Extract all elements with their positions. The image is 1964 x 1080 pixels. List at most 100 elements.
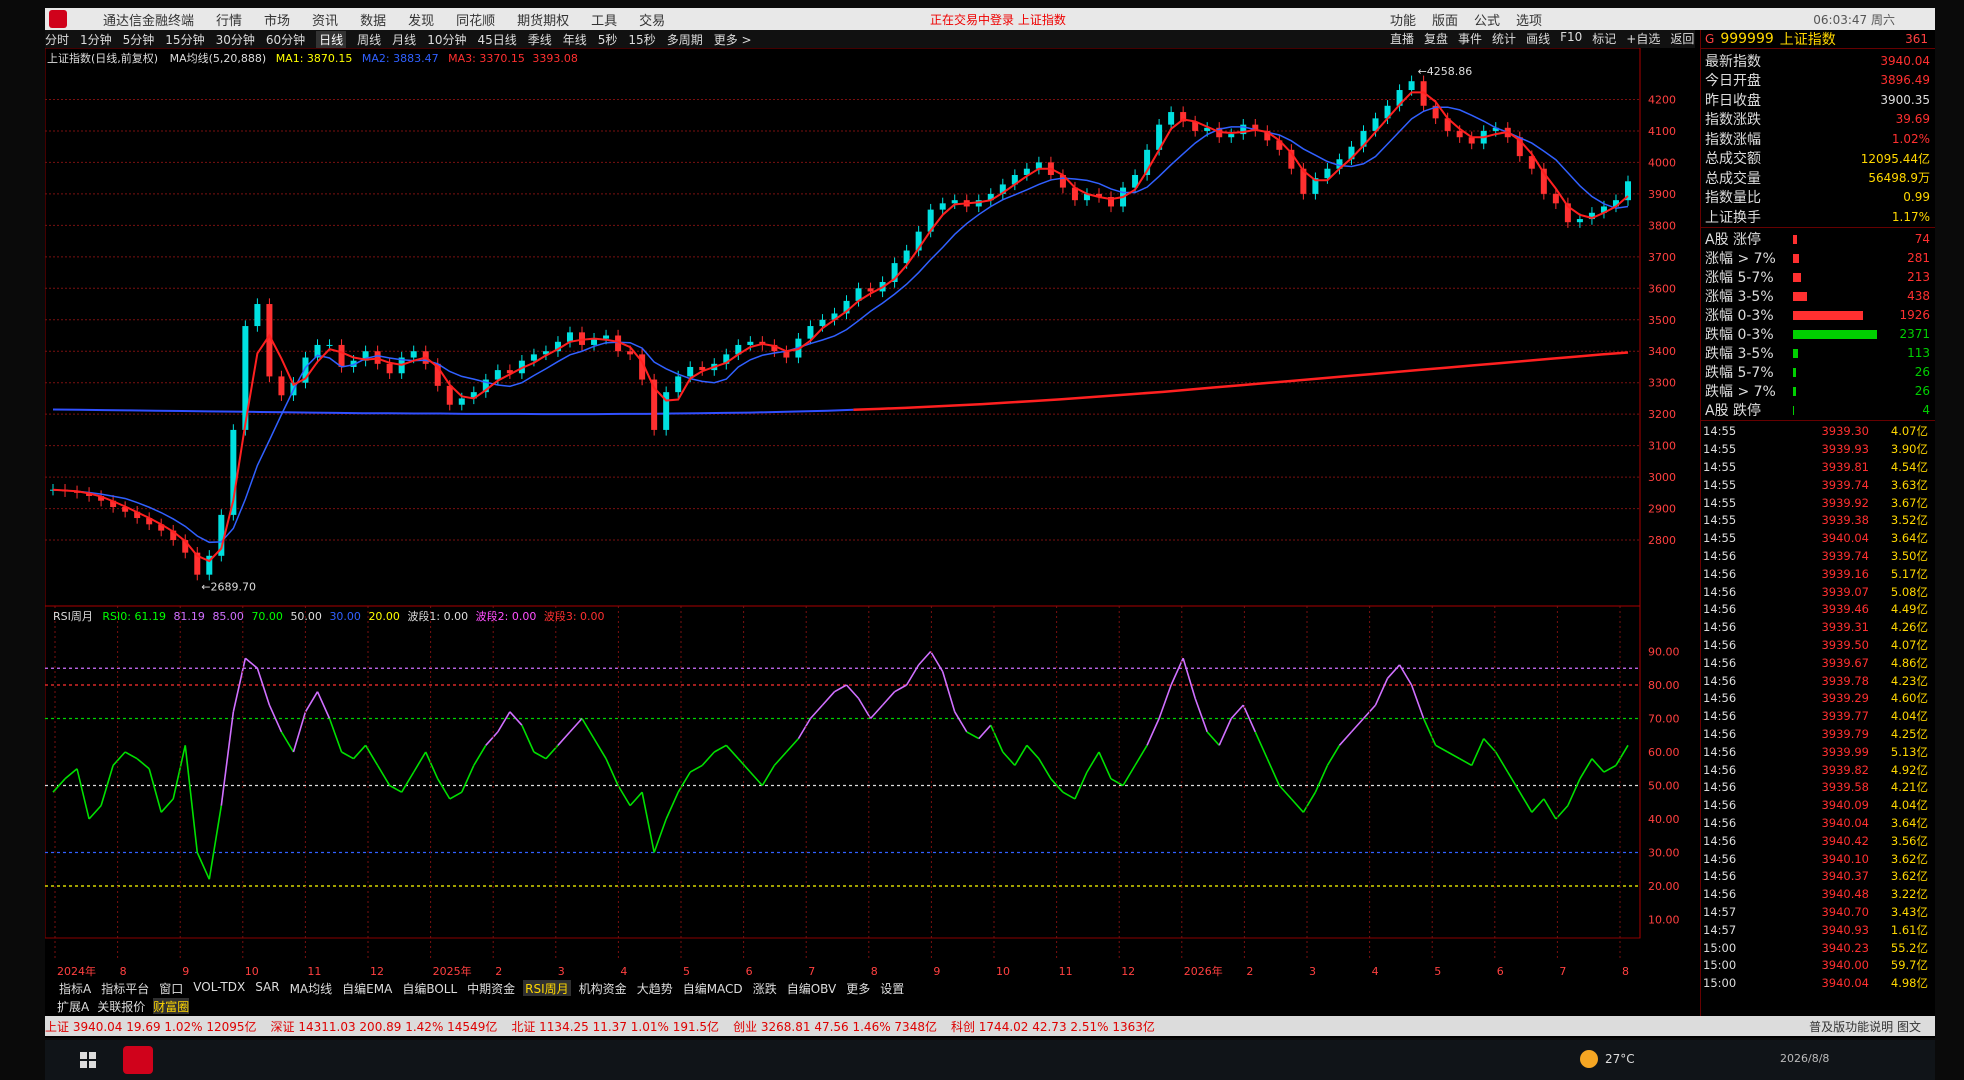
period-tab-0[interactable]: 分时 [45,31,69,48]
period-tab-1[interactable]: 1分钟 [80,31,112,48]
tool-button-0[interactable]: 直播 [1390,30,1414,48]
period-tab-12[interactable]: 年线 [563,31,587,48]
x-tick-label: 10 [996,965,1010,978]
indicator-tab-1[interactable]: 指标平台 [99,980,151,996]
rsi-segment [1410,684,1425,719]
tick-row: 14:55 3939.38 3.52亿 [1701,511,1935,529]
tool-button-6[interactable]: 标记 [1592,30,1616,48]
breadth-row[interactable]: 涨幅 3-5% 438 [1705,287,1935,306]
menu-item-5[interactable]: 发现 [408,10,434,29]
status-kc[interactable]: 科创 1744.02 42.73 2.51% 1363亿 [951,1018,1155,1035]
indicator-tab-16[interactable]: 设置 [878,980,906,996]
tool-button-8[interactable]: 返回 [1670,30,1694,48]
menu-item-0[interactable]: 通达信金融终端 [103,10,194,29]
indicator-tab-7[interactable]: 自编BOLL [400,980,459,996]
breadth-row[interactable]: A股 涨停 74 [1705,230,1935,249]
menu-item-1[interactable]: 行情 [216,10,242,29]
breadth-row[interactable]: 涨幅 0-3% 1926 [1705,306,1935,325]
tdx-app-icon[interactable] [123,1046,153,1074]
indicator-tab-6[interactable]: 自编EMA [340,980,394,996]
menu-item-3[interactable]: 资讯 [312,10,338,29]
menu-item-8[interactable]: 工具 [591,10,617,29]
rsi-label[interactable]: RSI周月 [53,610,93,623]
indicator-tab-8[interactable]: 中期资金 [465,980,517,996]
menu-item-6[interactable]: 同花顺 [456,10,495,29]
rsi-segment [834,684,847,693]
indicator-tab-13[interactable]: 涨跌 [751,980,779,996]
tick-price: 3940.09 [1821,798,1869,813]
status-bj[interactable]: 北证 1134.25 11.37 1.01% 191.5亿 [511,1018,719,1035]
tick-price: 3939.74 [1821,477,1869,492]
indicator-tab-15[interactable]: 更多 [844,980,872,996]
ext-tab-0[interactable]: 扩展A [57,998,89,1014]
indicator-tab-11[interactable]: 大趋势 [635,980,675,996]
right-menu-item-2[interactable]: 公式 [1474,10,1500,29]
breadth-row[interactable]: 跌幅 0-3% 2371 [1705,325,1935,344]
status-cy[interactable]: 创业 3268.81 47.56 1.46% 7348亿 [733,1018,937,1035]
period-tab-10[interactable]: 45日线 [477,31,516,48]
period-tab-5[interactable]: 60分钟 [266,31,305,48]
breadth-row[interactable]: 跌幅 3-5% 113 [1705,344,1935,363]
tool-button-3[interactable]: 统计 [1492,30,1516,48]
candle-body [867,288,874,292]
indicator-tab-2[interactable]: 窗口 [157,980,185,996]
period-tab-2[interactable]: 5分钟 [123,31,155,48]
indicator-tab-3[interactable]: VOL-TDX [191,980,247,996]
status-right[interactable]: 普及版功能说明 图文 [1809,1018,1921,1035]
indicator-name[interactable]: MA均线(5,20,888) [170,52,267,65]
ext-tab-2[interactable]: 财富圈 [153,998,190,1014]
period-tab-3[interactable]: 15分钟 [165,31,204,48]
period-tab-9[interactable]: 10分钟 [427,31,466,48]
right-menu-item-0[interactable]: 功能 [1390,10,1416,29]
period-tab-16[interactable]: 更多 > [714,31,752,48]
right-menu-item-1[interactable]: 版面 [1432,10,1458,29]
breadth-row[interactable]: 涨幅 5-7% 213 [1705,268,1935,287]
candle-body [1552,193,1559,204]
status-sh[interactable]: 上证 3940.04 19.69 1.02% 12095亿 [45,1018,257,1035]
tool-button-5[interactable]: F10 [1560,30,1582,48]
windows-start-icon[interactable] [80,1052,96,1068]
candle-body [1324,168,1331,179]
tool-button-7[interactable]: +自选 [1626,30,1660,48]
rsi-segment [1326,744,1341,766]
menu-item-2[interactable]: 市场 [264,10,290,29]
indicator-tab-10[interactable]: 机构资金 [577,980,629,996]
menu-item-4[interactable]: 数据 [360,10,386,29]
tool-button-1[interactable]: 复盘 [1424,30,1448,48]
breadth-row[interactable]: 跌幅 > 7% 26 [1705,382,1935,401]
tick-price: 3940.48 [1821,887,1869,902]
stat-label: 昨日收盘 [1705,92,1761,109]
menu-item-9[interactable]: 交易 [639,10,665,29]
tick-price: 3939.29 [1821,691,1869,706]
tool-button-2[interactable]: 事件 [1458,30,1482,48]
period-tab-6[interactable]: 日线 [316,30,347,48]
indicator-tab-9[interactable]: RSI周月 [523,980,571,996]
period-tab-7[interactable]: 周线 [357,31,381,48]
period-tab-8[interactable]: 月线 [392,31,416,48]
breadth-row[interactable]: 跌幅 5-7% 26 [1705,363,1935,382]
tool-button-4[interactable]: 画线 [1526,30,1550,48]
indicator-tab-12[interactable]: 自编MACD [681,980,745,996]
rsi-y-tick: 60.00 [1648,746,1680,759]
indicator-tab-4[interactable]: SAR [253,980,281,996]
login-notice[interactable]: 正在交易中登录 上证指数 [930,11,1066,28]
candle-body [1408,81,1415,91]
rsi-segment [737,758,751,773]
breadth-row[interactable]: A股 跌停 4 [1705,401,1935,420]
period-tab-14[interactable]: 15秒 [628,31,655,48]
ext-tab-1[interactable]: 关联报价 [97,998,145,1014]
kline-chart[interactable]: 2800 2900 3000 3100 3200 3300 3400 3500 3600 3700… [45,48,1700,978]
indicator-tab-5[interactable]: MA均线 [288,980,335,996]
status-sz[interactable]: 深证 14311.03 200.89 1.42% 14549亿 [271,1018,498,1035]
menu-item-7[interactable]: 期货期权 [517,10,569,29]
period-tab-4[interactable]: 30分钟 [216,31,255,48]
weather-icon[interactable] [1580,1050,1598,1068]
right-menu-item-3[interactable]: 选项 [1516,10,1542,29]
indicator-tab-0[interactable]: 指标A [57,980,93,996]
indicator-tab-14[interactable]: 自编OBV [785,980,839,996]
breadth-row[interactable]: 涨幅 > 7% 281 [1705,249,1935,268]
period-tab-15[interactable]: 多周期 [667,31,703,48]
period-tab-11[interactable]: 季线 [528,31,552,48]
period-tab-13[interactable]: 5秒 [598,31,618,48]
tick-list[interactable]: 14:55 3939.30 4.07亿 14:55 3939.93 3.90亿 14:55 3… [1701,419,1935,993]
